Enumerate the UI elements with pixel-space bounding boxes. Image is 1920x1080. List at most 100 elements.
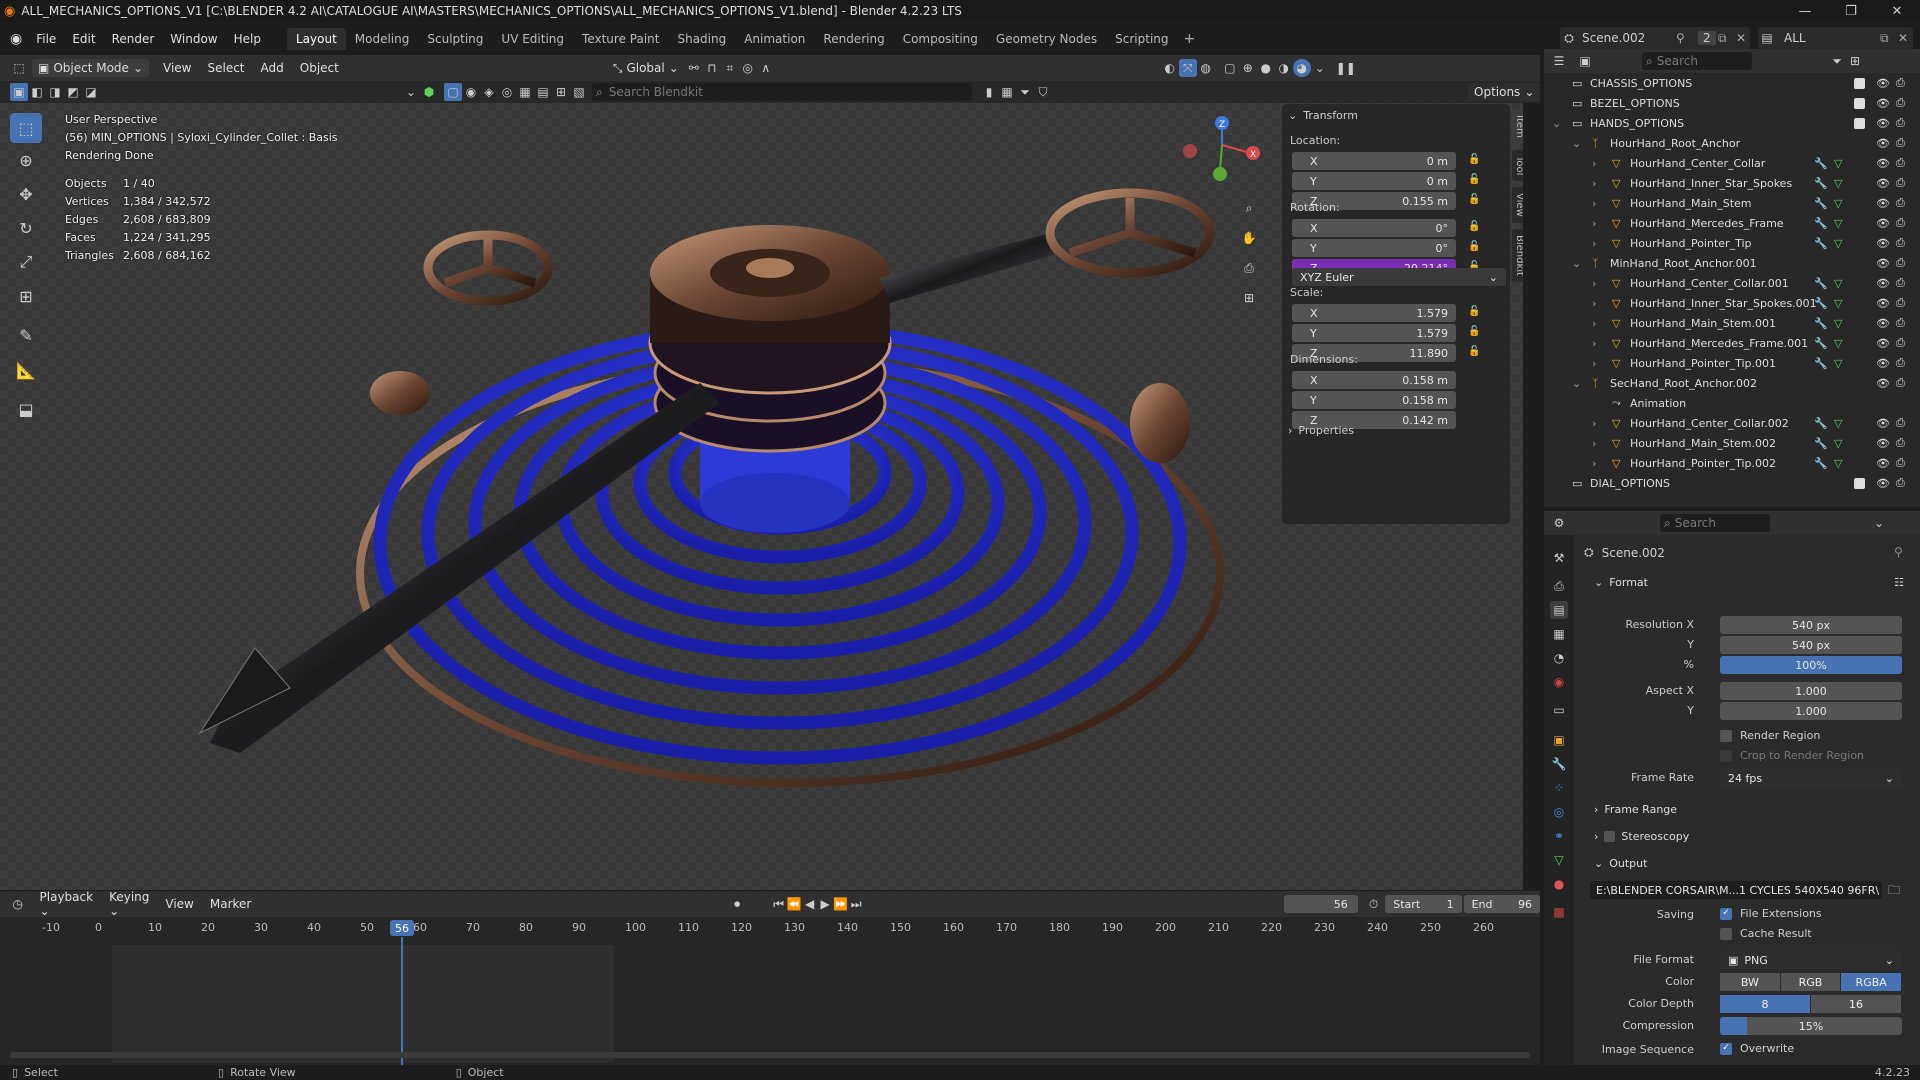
output-path-field[interactable]: E:\BLENDER CORSAIR\M...1 CYCLES 540X540 … xyxy=(1590,881,1882,899)
jump-start-icon[interactable]: ⏮ xyxy=(771,895,787,913)
camera-icon[interactable]: ⎙ xyxy=(1896,156,1905,170)
mesh-data-icon[interactable]: ▽ xyxy=(1834,277,1842,290)
texture-tab-icon[interactable]: ▩ xyxy=(1550,903,1568,921)
camera-view-icon[interactable]: ⎙ xyxy=(1240,253,1258,283)
tab-modeling[interactable]: Modeling xyxy=(346,28,419,50)
timeline-scrollbar[interactable] xyxy=(10,1052,1530,1058)
snap-target-icon[interactable]: ⌗ xyxy=(721,59,739,77)
object-tab-icon[interactable]: ▣ xyxy=(1550,731,1568,749)
camera-icon[interactable]: ⎙ xyxy=(1896,216,1905,230)
outliner-row[interactable]: › ▽ HourHand_Pointer_Tip.001 👁 ⎙ 🔧 ▽ xyxy=(1544,353,1920,373)
autokey-icon[interactable]: ⏺ xyxy=(729,895,745,913)
eye-icon[interactable]: 👁 xyxy=(1876,457,1890,470)
mesh-data-icon[interactable]: ▽ xyxy=(1834,437,1842,450)
sidebar-tab-view[interactable]: View xyxy=(1512,187,1523,223)
modifier-icon[interactable]: 🔧 xyxy=(1814,297,1828,310)
menu-edit[interactable]: Edit xyxy=(64,32,103,46)
timeline-menu-view[interactable]: View xyxy=(157,897,201,911)
outliner-row[interactable]: ▭ DIAL_OPTIONS 👁 ⎙ xyxy=(1544,473,1920,493)
sidebar-tab-blendkit[interactable]: Blendkit xyxy=(1512,228,1523,282)
bookmark-icon[interactable]: ▮ xyxy=(980,83,998,101)
outliner-row[interactable]: ⤳ Animation xyxy=(1544,393,1920,413)
new-layer-icon[interactable]: ⧉ xyxy=(1880,31,1889,46)
expand-icon[interactable]: › xyxy=(1592,337,1596,350)
eye-icon[interactable]: 👁 xyxy=(1876,277,1890,290)
location-x-field[interactable]: X 0 m xyxy=(1292,152,1456,170)
tab-layout[interactable]: Layout xyxy=(286,27,346,50)
outliner-row[interactable]: › ▽ HourHand_Inner_Star_Spokes 👁 ⎙ 🔧 ▽ xyxy=(1544,173,1920,193)
camera-icon[interactable]: ⎙ xyxy=(1896,76,1905,90)
stopwatch-icon[interactable]: ⏱ xyxy=(1366,895,1382,913)
select-subtract-icon[interactable]: ◨ xyxy=(46,83,64,101)
material-asset-icon[interactable]: ◉ xyxy=(462,83,480,101)
viewport-menu-view[interactable]: View xyxy=(155,61,199,75)
navigation-gizmo[interactable]: Z X xyxy=(1175,103,1265,183)
chevron-down-icon[interactable]: ⌄ xyxy=(402,83,420,101)
compression-slider[interactable]: 15% xyxy=(1720,1017,1902,1035)
eye-icon[interactable]: 👁 xyxy=(1876,437,1890,450)
add-workspace-icon[interactable]: + xyxy=(1184,31,1196,47)
shield-icon[interactable]: ⛉ xyxy=(1034,83,1052,101)
tab-rendering[interactable]: Rendering xyxy=(814,28,893,50)
eye-icon[interactable]: 👁 xyxy=(1876,377,1890,390)
output-tab-icon[interactable]: ▤ xyxy=(1550,601,1568,619)
tab-geometry-nodes[interactable]: Geometry Nodes xyxy=(987,28,1106,50)
scene-tab-icon[interactable]: ◔ xyxy=(1550,649,1568,667)
world-tab-icon[interactable]: ◉ xyxy=(1550,673,1568,691)
cache-result-checkbox[interactable]: Cache Result xyxy=(1720,927,1812,940)
printable-asset-icon[interactable]: ◈ xyxy=(480,83,498,101)
blender-menu-icon[interactable]: ◉ xyxy=(10,31,22,47)
expand-icon[interactable]: › xyxy=(1592,357,1596,370)
select-intersect-icon[interactable]: ◪ xyxy=(82,83,100,101)
viewport-menu-select[interactable]: Select xyxy=(199,61,252,75)
outliner-row[interactable]: ▭ BEZEL_OPTIONS 👁 ⎙ xyxy=(1544,93,1920,113)
add-cube-tool-icon[interactable]: ⬓ xyxy=(10,391,42,427)
scale-y-field[interactable]: Y 1.579 xyxy=(1292,324,1456,342)
mesh-data-icon[interactable]: ▽ xyxy=(1834,357,1842,370)
falloff-icon[interactable]: ∧ xyxy=(757,59,775,77)
camera-icon[interactable]: ⎙ xyxy=(1896,116,1905,130)
clock-editor-icon[interactable]: ◷ xyxy=(10,895,26,913)
camera-icon[interactable]: ⎙ xyxy=(1896,196,1905,210)
menu-window[interactable]: Window xyxy=(162,32,225,46)
tab-uv-editing[interactable]: UV Editing xyxy=(492,28,573,50)
camera-icon[interactable]: ⎙ xyxy=(1896,296,1905,310)
proportional-edit-icon[interactable]: ◎ xyxy=(739,59,757,77)
current-frame-field[interactable]: 56 xyxy=(1283,895,1358,913)
properties-editor-icon[interactable]: ⚙ xyxy=(1550,514,1568,532)
addon-asset-icon[interactable]: ▧ xyxy=(570,83,588,101)
transform-tool-icon[interactable]: ⊞ xyxy=(10,279,42,313)
select-box-tool-icon[interactable]: ⬚ xyxy=(10,113,42,143)
eye-icon[interactable]: 👁 xyxy=(1876,337,1890,350)
nodegroup-asset-icon[interactable]: ⊞ xyxy=(552,83,570,101)
file-extensions-checkbox[interactable]: ✓ File Extensions xyxy=(1720,907,1822,920)
outliner-row[interactable]: › ▽ HourHand_Pointer_Tip.002 👁 ⎙ 🔧 ▽ xyxy=(1544,453,1920,473)
timeline-area[interactable]: -10 0 10 20 30 40 50 60 70 80 90 100 110 120 130 140 150… xyxy=(0,917,1540,1067)
annotate-tool-icon[interactable]: ✎ xyxy=(10,317,42,353)
eye-icon[interactable]: 👁 xyxy=(1876,157,1890,170)
mesh-data-icon[interactable]: ▽ xyxy=(1834,157,1842,170)
eye-icon[interactable]: 👁 xyxy=(1876,317,1890,330)
eye-icon[interactable]: 👁 xyxy=(1876,77,1890,90)
tool-tab-icon[interactable]: ⚒ xyxy=(1550,549,1568,567)
rotation-x-field[interactable]: X 0° xyxy=(1292,219,1456,237)
expand-icon[interactable]: › xyxy=(1592,217,1596,230)
outliner-editor-icon[interactable]: ☰ xyxy=(1550,52,1568,70)
rotate-tool-icon[interactable]: ↻ xyxy=(10,211,42,245)
scene-asset-icon[interactable]: ◎ xyxy=(498,83,516,101)
eye-icon[interactable]: 👁 xyxy=(1876,217,1890,230)
wireframe-shading-icon[interactable]: ⊕ xyxy=(1239,59,1257,77)
select-invert-icon[interactable]: ◩ xyxy=(64,83,82,101)
tab-compositing[interactable]: Compositing xyxy=(894,28,987,50)
camera-icon[interactable]: ⎙ xyxy=(1896,456,1905,470)
blendkit-logo-icon[interactable]: ⬢ xyxy=(420,83,438,101)
crop-checkbox[interactable]: Crop to Render Region xyxy=(1720,749,1864,762)
3d-viewport[interactable]: User Perspective (56) MIN_OPTIONS | Sylo… xyxy=(0,103,1523,890)
chevron-down-icon[interactable]: ⌄ xyxy=(1870,514,1888,532)
expand-icon[interactable]: › xyxy=(1592,177,1596,190)
eye-icon[interactable]: 👁 xyxy=(1876,177,1890,190)
expand-icon[interactable]: › xyxy=(1592,437,1596,450)
rotation-mode-dropdown[interactable]: XYZ Euler ⌄ xyxy=(1292,268,1506,286)
delete-layer-icon[interactable]: ✕ xyxy=(1898,31,1908,45)
particles-tab-icon[interactable]: ⁘ xyxy=(1550,779,1568,797)
